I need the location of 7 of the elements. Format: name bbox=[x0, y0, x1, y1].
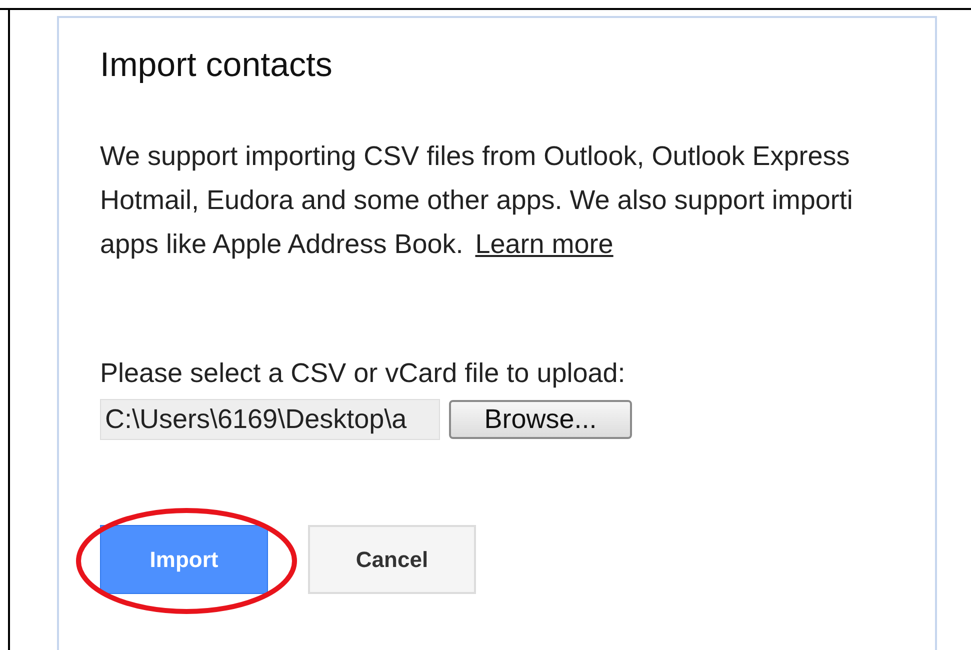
description-text: We support importing CSV files from Outlook, Outlook Express Hotmail, Eudora and some other apps. We also support importi apps like Apple Address Book. Learn more bbox=[100, 140, 854, 261]
dialog-title: Import contacts bbox=[100, 46, 332, 84]
secondary-button[interactable]: Cancel bbox=[308, 525, 476, 594]
file-label: Please select a CSV or vCard file to upload: bbox=[100, 357, 626, 390]
browse-button[interactable]: Browse... bbox=[449, 400, 632, 439]
learn-more-link[interactable]: Learn more bbox=[475, 229, 614, 259]
file-path-field[interactable]: C:\Users\6169\Desktop\a bbox=[100, 399, 440, 440]
